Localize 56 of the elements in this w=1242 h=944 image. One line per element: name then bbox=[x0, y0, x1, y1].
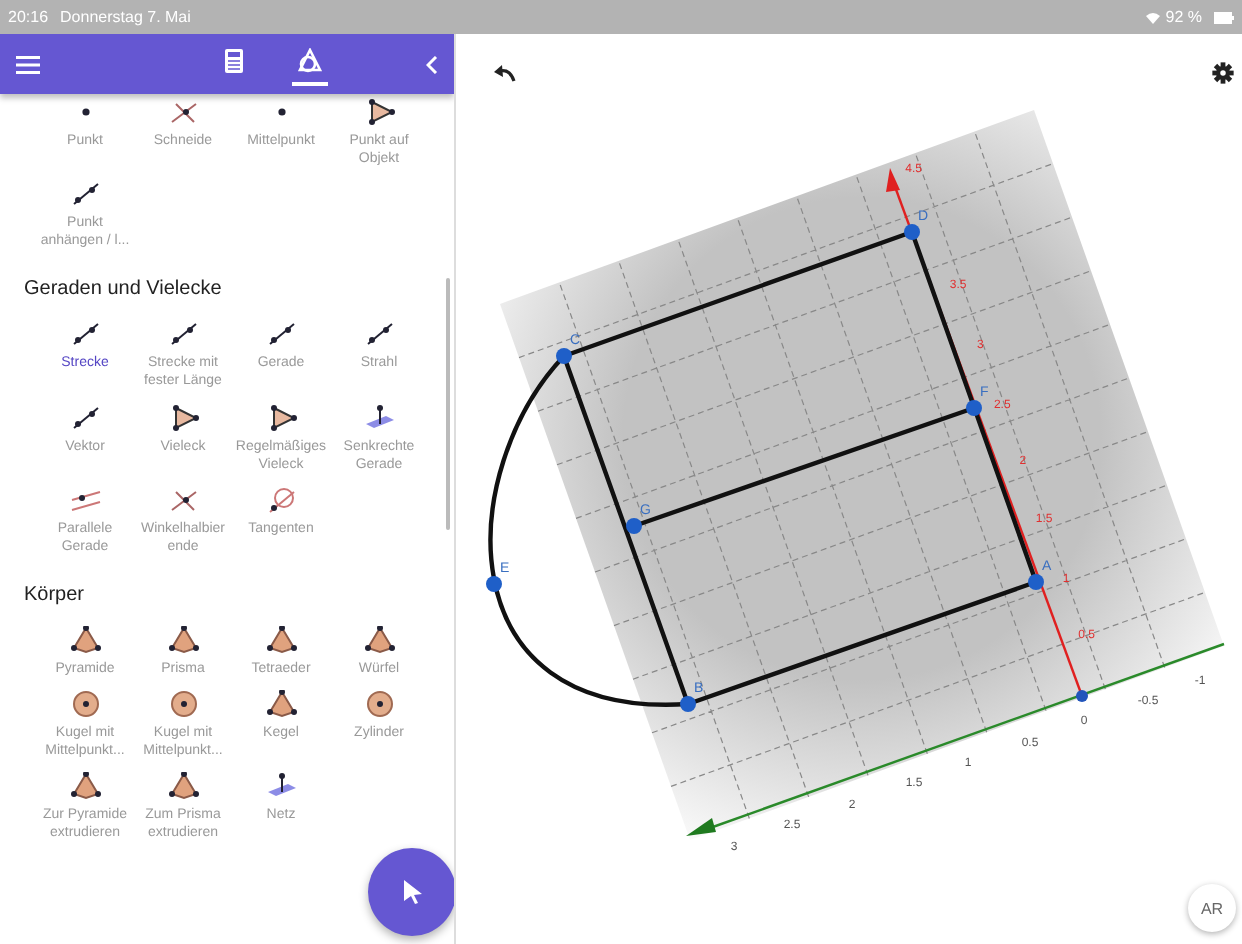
settings-icon bbox=[1212, 62, 1234, 84]
battery-level: 92 % bbox=[1165, 8, 1202, 26]
circle-icon bbox=[265, 485, 297, 514]
point[interactable] bbox=[556, 348, 572, 364]
point[interactable] bbox=[966, 400, 982, 416]
point[interactable] bbox=[486, 576, 502, 592]
origin-point bbox=[1076, 690, 1088, 702]
solid-icon bbox=[69, 625, 101, 654]
polygon-icon bbox=[363, 98, 395, 126]
geometry-tab[interactable] bbox=[291, 42, 327, 86]
calculator-icon bbox=[221, 48, 245, 74]
segment-icon bbox=[69, 180, 101, 209]
scrollbar[interactable] bbox=[446, 278, 450, 530]
segment-icon bbox=[363, 320, 395, 349]
battery-icon bbox=[1214, 11, 1234, 23]
parallel-lines-icon bbox=[69, 485, 101, 514]
menu-icon bbox=[16, 55, 40, 73]
plane-icon bbox=[265, 772, 297, 801]
plane-icon bbox=[363, 403, 395, 432]
sphere-icon bbox=[69, 690, 101, 719]
clock-time: 20:16 bbox=[8, 8, 49, 26]
undo-icon bbox=[494, 64, 516, 82]
point[interactable] bbox=[1028, 574, 1044, 590]
point[interactable] bbox=[680, 696, 696, 712]
solid-icon bbox=[69, 772, 101, 801]
move-tool-button[interactable] bbox=[368, 848, 454, 936]
segment-icon bbox=[265, 320, 297, 349]
menu-button[interactable] bbox=[16, 55, 40, 73]
sphere-icon bbox=[363, 690, 395, 719]
point[interactable] bbox=[626, 518, 642, 534]
segment-icon bbox=[167, 320, 199, 349]
solid-icon bbox=[167, 772, 199, 801]
polygon-icon bbox=[167, 403, 199, 432]
crossing-lines-icon bbox=[167, 98, 199, 126]
cursor-icon bbox=[403, 880, 421, 904]
collapse-button[interactable] bbox=[426, 55, 438, 73]
segment-icon bbox=[69, 320, 101, 349]
point[interactable] bbox=[904, 224, 920, 240]
solid-icon bbox=[363, 625, 395, 654]
solid-icon bbox=[265, 625, 297, 654]
crossing-lines-icon bbox=[167, 485, 199, 514]
section-heading: Geraden und Vielecke bbox=[24, 278, 224, 301]
point-icon bbox=[81, 108, 89, 116]
segment-icon bbox=[69, 403, 101, 432]
settings-button[interactable] bbox=[1212, 62, 1234, 84]
section-heading: Körper bbox=[24, 583, 87, 606]
polygon-icon bbox=[265, 403, 297, 432]
ar-button[interactable]: AR bbox=[1188, 884, 1236, 932]
solid-icon bbox=[265, 690, 297, 719]
sphere-icon bbox=[167, 690, 199, 719]
undo-button[interactable] bbox=[494, 64, 516, 82]
point-icon bbox=[277, 108, 285, 116]
wifi-icon bbox=[1145, 11, 1160, 23]
chevron-left-icon bbox=[426, 55, 438, 73]
date-text: Donnerstag 7. Mai bbox=[60, 8, 191, 26]
solid-icon bbox=[167, 625, 199, 654]
